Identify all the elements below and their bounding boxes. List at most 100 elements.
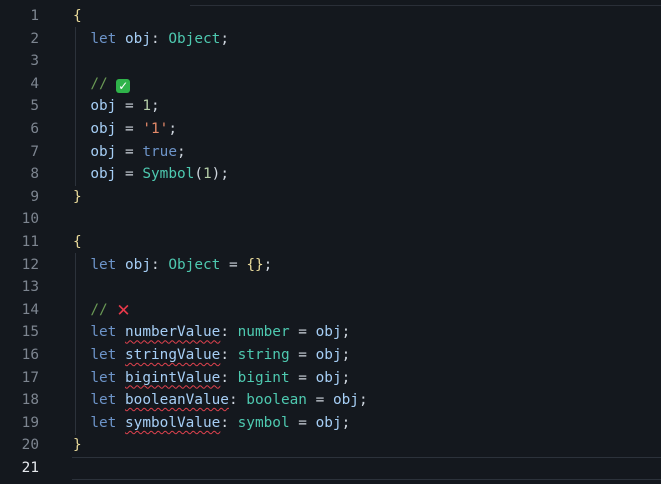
code-token: bigint xyxy=(237,369,290,386)
code-line[interactable]: 7 obj = true; xyxy=(0,141,661,164)
code-token: number xyxy=(237,324,290,341)
code-editor[interactable]: 1{2 let obj: Object; 3 4 // ✓ 5 obj = 1; 6 o… xyxy=(0,0,661,484)
code-text[interactable]: let symbolValue: symbol = obj; xyxy=(73,412,350,435)
code-line[interactable]: 21 xyxy=(0,457,661,480)
code-text[interactable]: obj = '1'; xyxy=(73,118,177,141)
code-text[interactable]: // ✕ xyxy=(73,299,130,322)
code-token: Object xyxy=(168,30,221,47)
code-token: { xyxy=(73,8,82,24)
code-token: : xyxy=(151,256,169,273)
error-identifier: symbolValue xyxy=(125,414,221,431)
line-number: 4 xyxy=(30,75,39,92)
code-text[interactable]: obj = true; xyxy=(73,141,186,164)
code-token: ; xyxy=(341,414,351,431)
code-line[interactable]: 18 let booleanValue: boolean = obj; xyxy=(0,389,661,412)
code-text[interactable]: let obj: Object; xyxy=(73,28,229,51)
code-token: obj xyxy=(73,98,117,115)
code-text[interactable]: { xyxy=(73,231,82,254)
code-token: = xyxy=(289,347,316,363)
code-token: ( xyxy=(194,166,203,183)
code-token: boolean xyxy=(246,392,307,409)
code-token: : xyxy=(151,30,169,47)
code-line[interactable]: 11 { xyxy=(0,231,661,254)
line-number: 17 xyxy=(21,369,39,386)
code-token: = xyxy=(116,98,143,115)
code-token: let xyxy=(73,392,117,409)
code-token: : xyxy=(228,392,247,409)
code-token: ; xyxy=(263,256,273,273)
code-token: ); xyxy=(211,166,229,183)
code-text[interactable]: } xyxy=(73,434,82,457)
line-number: 10 xyxy=(21,211,39,228)
line-number: 13 xyxy=(21,279,39,296)
code-text[interactable]: } xyxy=(73,186,82,209)
code-token: obj xyxy=(315,324,342,341)
error-identifier: booleanValue xyxy=(125,392,229,409)
code-line[interactable]: 6 obj = '1'; xyxy=(0,118,661,141)
code-text[interactable]: obj = 1; xyxy=(73,95,159,118)
line-number: 19 xyxy=(21,414,39,431)
code-text[interactable]: let obj: Object = {}; xyxy=(73,254,272,277)
code-token: symbol xyxy=(237,414,290,431)
code-line[interactable]: 20} xyxy=(0,434,661,457)
code-token: Object xyxy=(168,256,221,273)
code-line[interactable]: 15 let numberValue: number = obj; xyxy=(0,321,661,344)
code-text[interactable]: let stringValue: string = obj; xyxy=(73,344,350,367)
code-token: 1 xyxy=(142,98,151,115)
code-token: obj xyxy=(125,256,151,273)
code-token: obj xyxy=(73,121,117,137)
code-token: ; xyxy=(358,392,368,409)
code-line[interactable]: 3 xyxy=(0,50,661,73)
code-token: ; xyxy=(341,369,351,386)
line-number: 20 xyxy=(21,437,39,454)
line-number: 18 xyxy=(21,392,39,409)
code-line[interactable]: 2 let obj: Object; xyxy=(0,28,661,51)
code-token: string xyxy=(237,347,290,363)
code-token: = xyxy=(116,143,143,160)
code-text[interactable]: // ✓ xyxy=(73,73,131,96)
code-line[interactable]: 14 // ✕ xyxy=(0,299,661,322)
code-line[interactable]: 12 let obj: Object = {}; xyxy=(0,254,661,277)
code-token: ; xyxy=(341,324,351,341)
code-text[interactable]: let bigintValue: bigint = obj; xyxy=(73,367,350,390)
line-number: 16 xyxy=(21,347,39,363)
code-text[interactable]: obj = Symbol(1); xyxy=(73,163,229,186)
error-identifier: stringValue xyxy=(125,347,221,363)
check-mark-button-icon: ✓ xyxy=(116,78,131,93)
code-token: = xyxy=(220,256,247,273)
code-token: = xyxy=(306,392,333,409)
code-line[interactable]: 1{ xyxy=(0,5,661,28)
code-line[interactable]: 16 let stringValue: string = obj; xyxy=(0,344,661,367)
code-token: } xyxy=(73,437,82,454)
code-line[interactable]: 8 obj = Symbol(1); xyxy=(0,163,661,186)
code-token: let xyxy=(73,369,117,386)
code-token: : xyxy=(220,369,238,386)
code-line[interactable]: 10 xyxy=(0,208,661,231)
code-token: ; xyxy=(168,121,177,137)
code-token: '1' xyxy=(142,121,169,137)
code-line[interactable]: 9} xyxy=(0,186,661,209)
code-token: ; xyxy=(176,143,186,160)
line-number: 5 xyxy=(30,98,39,115)
code-token: = xyxy=(116,121,143,137)
code-text[interactable]: { xyxy=(73,5,82,28)
code-text[interactable]: let numberValue: number = obj; xyxy=(73,321,350,344)
line-number: 9 xyxy=(30,188,39,205)
code-line[interactable]: 19 let symbolValue: symbol = obj; xyxy=(0,412,661,435)
code-token: 1 xyxy=(202,166,212,183)
code-token: {} xyxy=(246,256,264,273)
code-token: ; xyxy=(341,347,351,363)
cross-mark-icon: ✕ xyxy=(116,300,131,321)
code-text[interactable]: let booleanValue: boolean = obj; xyxy=(73,389,368,412)
code-token: obj xyxy=(73,143,117,160)
code-token: : xyxy=(220,347,238,363)
code-line[interactable]: 4 // ✓ xyxy=(0,73,661,96)
code-token: Symbol xyxy=(142,166,195,183)
code-line[interactable]: 17 let bigintValue: bigint = obj; xyxy=(0,367,661,390)
code-line[interactable]: 5 obj = 1; xyxy=(0,95,661,118)
code-token: let xyxy=(73,30,117,47)
code-line[interactable]: 13 xyxy=(0,276,661,299)
